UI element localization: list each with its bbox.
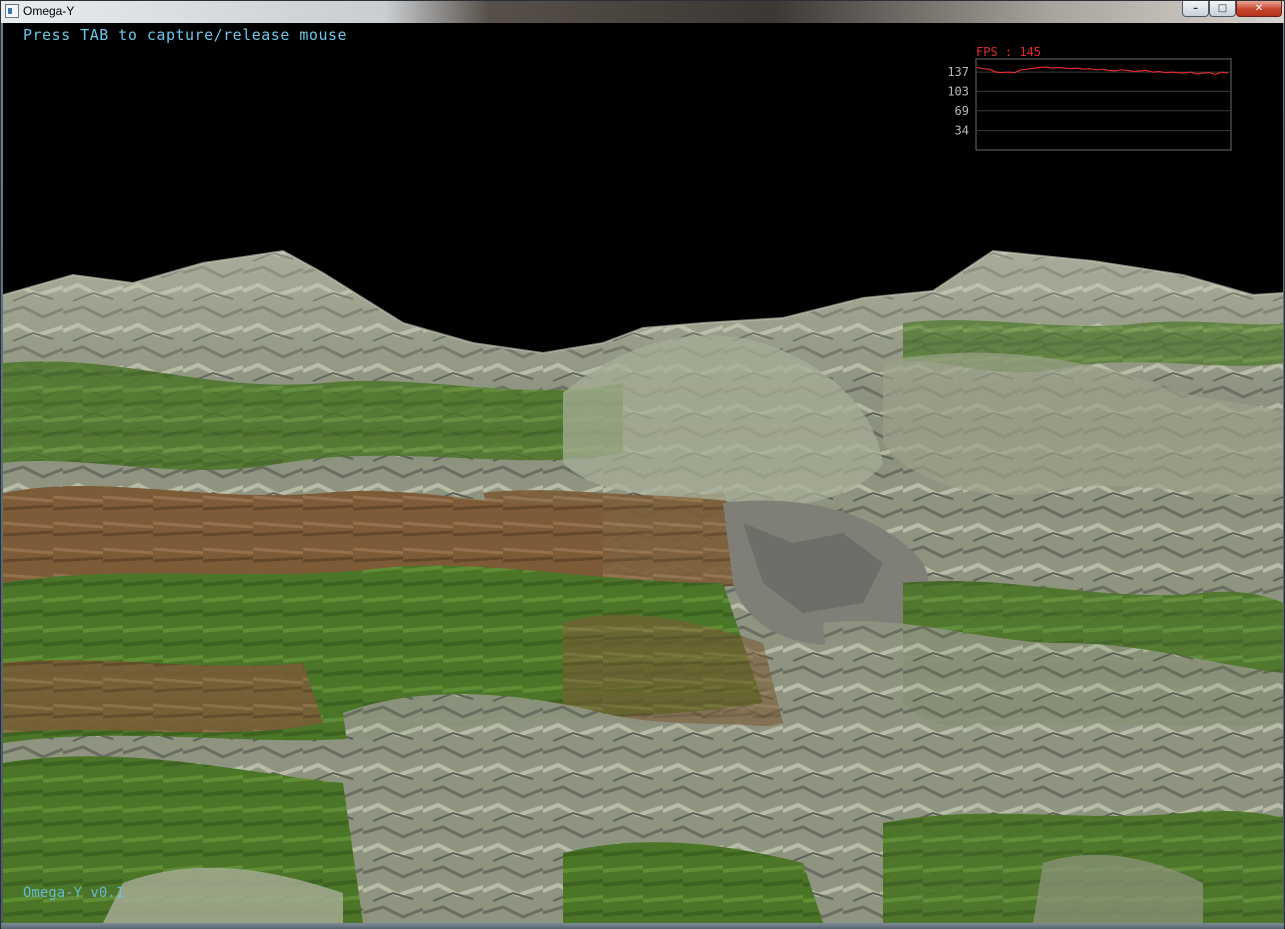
close-icon: ✕	[1254, 3, 1264, 14]
fps-label: FPS : 145	[976, 45, 1042, 59]
fps-tick-label: 103	[947, 84, 969, 98]
maximize-button[interactable]: □	[1209, 1, 1236, 17]
terrain-render	[3, 249, 1283, 923]
fps-graph: 137 103 69 34	[947, 58, 1232, 151]
minimize-button[interactable]: –	[1182, 1, 1209, 17]
game-viewport[interactable]: Press TAB to capture/release mouse 137 10…	[3, 23, 1283, 923]
game-window: Omega-Y – □ ✕ Press TAB to capture/relea…	[0, 0, 1285, 929]
minimize-icon: –	[1193, 3, 1198, 14]
fps-tick-label: 69	[955, 104, 969, 118]
fps-line	[976, 66, 1229, 76]
hud-hint-text: Press TAB to capture/release mouse	[23, 26, 348, 44]
close-button[interactable]: ✕	[1236, 1, 1282, 17]
window-title: Omega-Y	[23, 4, 75, 18]
title-bar[interactable]: Omega-Y – □ ✕	[1, 1, 1284, 23]
fps-tick-labels: 137 103 69 34	[947, 65, 969, 138]
application-icon[interactable]	[5, 4, 19, 18]
fps-tick-label: 137	[947, 65, 969, 79]
version-label: Omega-Y v0.1	[23, 885, 125, 901]
fps-tick-label: 34	[955, 124, 969, 138]
window-bottom-border	[1, 923, 1284, 929]
maximize-icon: □	[1217, 3, 1228, 14]
fps-graph-panel: 137 103 69 34 FPS : 145	[941, 43, 1241, 155]
